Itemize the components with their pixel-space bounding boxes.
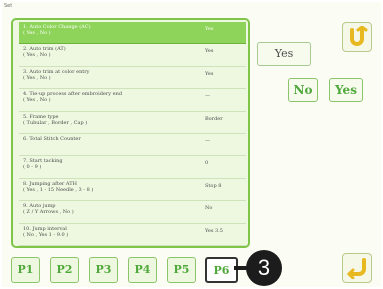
return-arrow-icon <box>350 26 368 46</box>
page-button-p4[interactable]: P4 <box>128 257 157 283</box>
setting-row[interactable]: 6. Total Stitch Counter — <box>19 134 246 157</box>
current-value-button: Yes <box>257 42 311 66</box>
setting-value: Border <box>205 115 223 122</box>
setting-row[interactable]: 8. Jumping after ATH ( Yes , 1 - 15 Need… <box>19 179 246 202</box>
setting-value: Yes <box>205 48 214 55</box>
setting-name: 1. Auto Color Change (AC) ( Yes , No ) <box>23 24 91 36</box>
setting-value: Yes 3.5 <box>205 227 223 234</box>
settings-list: 1. Auto Color Change (AC) ( Yes , No ) Ye… <box>11 18 250 248</box>
setting-row[interactable]: 9. Auto jump ( Z / Y Arrows , No ) No <box>19 201 246 224</box>
callout-badge: 3 <box>246 250 282 286</box>
setting-row[interactable]: 4. Tie-up process after embroidery end (… <box>19 89 246 112</box>
setting-value: No <box>205 205 213 212</box>
setting-name: 6. Total Stitch Counter <box>23 136 81 142</box>
setting-row[interactable]: 7. Start tacking ( 0 - 9 ) 0 <box>19 156 246 179</box>
setting-value: — <box>205 93 210 100</box>
page-button-p6[interactable]: P6 <box>205 257 238 283</box>
ok-button[interactable] <box>342 253 372 283</box>
page-button-p5[interactable]: P5 <box>167 257 196 283</box>
setting-name: 5. Frame type ( Tubular , Border , Cap ) <box>23 113 88 126</box>
option-yes-button[interactable]: Yes <box>329 78 363 102</box>
setting-name: 8. Jumping after ATH ( Yes , 1 - 15 Need… <box>23 180 94 193</box>
reset-button[interactable] <box>342 22 372 52</box>
setting-value: — <box>205 138 210 144</box>
setting-value: Yes <box>205 26 214 32</box>
page-button-p2[interactable]: P2 <box>50 257 79 283</box>
setting-row[interactable]: 3. Auto trim at color entry ( Yes , No )… <box>19 67 246 90</box>
page-button-p3[interactable]: P3 <box>89 257 118 283</box>
settings-screen: Set 1. Auto Color Change (AC) ( Yes , No… <box>2 2 381 287</box>
setting-row[interactable]: 2. Auto trim (AT) ( Yes , No ) Yes <box>19 44 246 67</box>
option-no-button[interactable]: No <box>288 78 318 102</box>
setting-name: 4. Tie-up process after embroidery end (… <box>23 91 123 104</box>
setting-row[interactable]: 1. Auto Color Change (AC) ( Yes , No ) Ye… <box>19 22 246 45</box>
page-button-p1[interactable]: P1 <box>11 257 40 283</box>
setting-value: 0 <box>205 160 209 167</box>
setting-row[interactable]: 10. Jump interval ( No , Yes 1 - 9.0 ) Ye… <box>19 224 246 246</box>
enter-arrow-icon <box>346 258 366 279</box>
setting-value: Stop 8 <box>205 182 222 189</box>
setting-name: 2. Auto trim (AT) ( Yes , No ) <box>23 46 66 59</box>
setting-name: 7. Start tacking ( 0 - 9 ) <box>23 158 63 171</box>
screen-tag: Set <box>4 3 13 9</box>
setting-row[interactable]: 5. Frame type ( Tubular , Border , Cap )… <box>19 112 246 134</box>
setting-value: Yes <box>205 70 214 77</box>
setting-name: 3. Auto trim at color entry ( Yes , No ) <box>23 68 90 81</box>
setting-name: 9. Auto jump ( Z / Y Arrows , No ) <box>23 203 74 216</box>
setting-name: 10. Jump interval ( No , Yes 1 - 9.0 ) <box>23 225 69 238</box>
